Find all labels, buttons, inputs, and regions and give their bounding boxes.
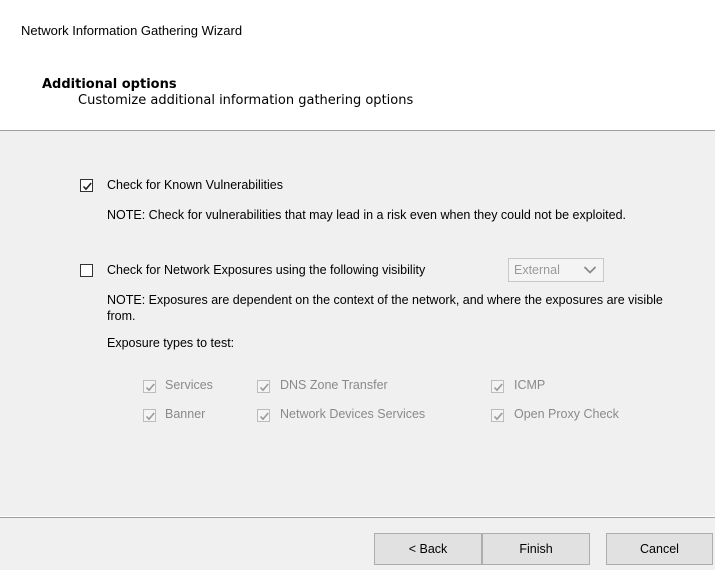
wizard-header: Network Information Gathering Wizard Add… (0, 0, 715, 131)
services-checkbox[interactable] (143, 380, 156, 393)
page-subtitle: Customize additional information gatheri… (78, 93, 414, 108)
wizard-window: Network Information Gathering Wizard Add… (0, 0, 715, 570)
banner-label: Banner (165, 407, 206, 421)
chevron-down-icon (583, 266, 597, 274)
cancel-button[interactable]: Cancel (606, 533, 713, 565)
dns-zone-transfer-label: DNS Zone Transfer (280, 378, 388, 392)
vulnerabilities-note: NOTE: Check for vulnerabilities that may… (107, 208, 627, 222)
network-devices-services-label: Network Devices Services (280, 407, 426, 421)
back-button[interactable]: < Back (374, 533, 482, 565)
icmp-checkbox[interactable] (491, 380, 504, 393)
checkmark-icon (493, 412, 503, 421)
network-exposures-label[interactable]: Check for Network Exposures using the fo… (107, 263, 425, 277)
open-proxy-check-checkbox[interactable] (491, 409, 504, 422)
checkmark-icon (145, 383, 155, 392)
services-label: Services (165, 378, 213, 392)
checkmark-icon (259, 383, 269, 392)
checkmark-icon (145, 412, 155, 421)
checkmark-icon (493, 383, 503, 392)
window-title: Network Information Gathering Wizard (21, 23, 243, 38)
known-vulnerabilities-label[interactable]: Check for Known Vulnerabilities (107, 178, 283, 192)
banner-checkbox[interactable] (143, 409, 156, 422)
checkmark-icon (82, 182, 92, 191)
visibility-dropdown[interactable]: External (508, 258, 604, 282)
network-exposures-checkbox[interactable] (80, 264, 93, 277)
dns-zone-transfer-checkbox[interactable] (257, 380, 270, 393)
network-devices-services-checkbox[interactable] (257, 409, 270, 422)
icmp-label: ICMP (514, 378, 546, 392)
finish-button[interactable]: Finish (482, 533, 590, 565)
visibility-value: External (514, 263, 560, 277)
page-title: Additional options (42, 77, 177, 92)
exposures-note: NOTE: Exposures are dependent on the con… (107, 293, 663, 323)
known-vulnerabilities-checkbox[interactable] (80, 179, 93, 192)
checkmark-icon (259, 412, 269, 421)
exposure-types-heading: Exposure types to test: (107, 336, 235, 350)
open-proxy-check-label: Open Proxy Check (514, 407, 619, 421)
